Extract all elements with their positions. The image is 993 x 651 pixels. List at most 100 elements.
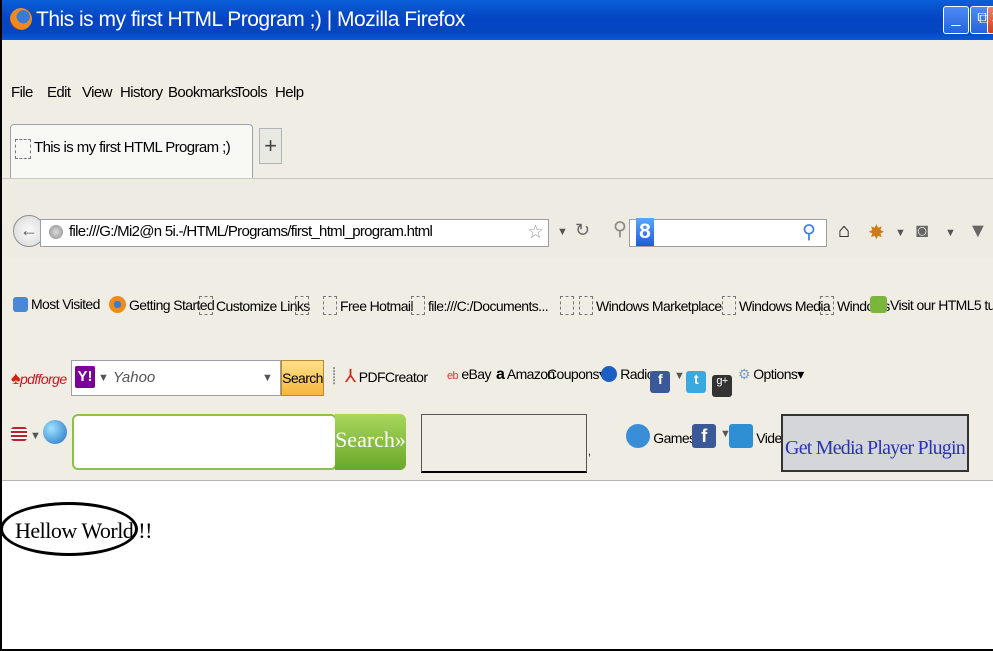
pdfcreator-label: PDFCreator: [358, 369, 428, 385]
menu-tools[interactable]: Tools: [235, 84, 268, 101]
earth-icon: [43, 420, 67, 444]
menu-edit[interactable]: Edit: [47, 84, 71, 101]
games-label: Games: [653, 430, 696, 446]
games-button[interactable]: Games: [626, 424, 696, 448]
new-tab-button[interactable]: +: [259, 128, 282, 164]
facebook-icon: f: [692, 424, 716, 448]
radio-icon: [601, 366, 617, 382]
camera-icon[interactable]: ◙: [916, 220, 928, 243]
options-button[interactable]: ⚙ Options▾: [738, 366, 804, 383]
menu-bookmarks[interactable]: Bookmarks: [168, 84, 238, 101]
bookmark-html5-tutorial[interactable]: Visit our HTML5 tutori: [870, 296, 993, 313]
menu-history[interactable]: History: [120, 84, 163, 101]
amazon-icon: a: [496, 366, 505, 383]
bookmark-file-documents[interactable]: file:///C:/Documents...: [411, 296, 549, 315]
globe-button[interactable]: [43, 420, 67, 447]
page-icon: [820, 296, 834, 315]
page-icon: [323, 296, 337, 315]
yahoo-search-button[interactable]: Search: [281, 360, 324, 396]
bookmark-windows-marketplace[interactable]: Windows Marketplace: [579, 296, 722, 315]
flag-dropdown-icon[interactable]: ▼: [30, 430, 41, 442]
games-icon: [626, 424, 650, 448]
blank-toolbar-field[interactable]: [421, 414, 587, 473]
bookmark-label: Visit our HTML5 tutori: [890, 297, 993, 313]
coupons-button[interactable]: Coupons▾: [547, 366, 606, 383]
bookmark-label: file:///C:/Documents...: [428, 298, 549, 314]
menu-view[interactable]: View: [82, 84, 112, 101]
pocket-icon[interactable]: ▼: [968, 220, 988, 243]
browser-window: This is my first HTML Program ;) | Mozil…: [0, 0, 993, 651]
title-bar: This is my first HTML Program ;) | Mozil…: [2, 0, 993, 40]
search-magnifier-icon: ⚲: [613, 219, 627, 240]
pdfforge-icon: ♠: [11, 368, 21, 388]
pdfforge-logo[interactable]: ♠pdfforge: [11, 368, 67, 389]
page-content: [2, 480, 993, 649]
twitter-icon: t: [686, 371, 706, 393]
close-button[interactable]: ✕: [987, 6, 993, 34]
bookmark-empty[interactable]: [295, 296, 312, 315]
googleplus-button[interactable]: g+: [712, 366, 732, 397]
get-media-player-plugin-button[interactable]: Get Media Player Plugin: [781, 414, 969, 472]
bookmark-windows-media[interactable]: Windows Media: [722, 296, 831, 315]
bookmark-label: Windows Marketplace: [596, 298, 722, 314]
window-title: This is my first HTML Program ;) | Mozil…: [36, 8, 465, 31]
bookmark-star-icon[interactable]: ☆: [527, 221, 544, 244]
reload-icon[interactable]: ↻: [575, 220, 590, 241]
menu-file[interactable]: File: [11, 84, 33, 101]
globe-icon: [49, 225, 63, 239]
extension-icon[interactable]: ✸: [868, 220, 885, 245]
bookmark-label: Windows Media: [739, 298, 831, 314]
pdf-icon: ⅄: [345, 366, 356, 386]
yahoo-history-dropdown-icon[interactable]: ▼: [262, 372, 273, 384]
toolbar-search-input[interactable]: [72, 414, 337, 470]
yahoo-icon: Y!: [75, 366, 95, 388]
twitter-button[interactable]: t: [686, 366, 706, 393]
radio-button[interactable]: Radio: [601, 366, 654, 382]
gear-icon: ⚙: [738, 366, 751, 382]
page-icon: [15, 139, 31, 159]
flag-button[interactable]: ▼: [11, 426, 41, 442]
bookmark-empty[interactable]: [560, 296, 577, 315]
facebook-icon: f: [650, 371, 670, 393]
history-dropdown-icon[interactable]: ▼: [557, 226, 568, 238]
page-icon: [560, 296, 574, 315]
comma-mark: ,: [588, 446, 591, 458]
search-box[interactable]: 8 ⚲: [629, 218, 827, 247]
bookmark-label: Most Visited: [31, 296, 100, 312]
options-label: Options▾: [753, 366, 804, 382]
search-go-icon[interactable]: ⚲: [802, 221, 816, 244]
page-icon: [722, 296, 736, 315]
flag-icon: [11, 427, 27, 441]
camera-dropdown-icon[interactable]: ▼: [945, 227, 956, 239]
minimize-button[interactable]: _: [943, 6, 969, 34]
tab-label: This is my first HTML Program ;): [34, 139, 231, 156]
tab-active[interactable]: This is my first HTML Program ;): [10, 124, 253, 178]
search-engine-icon[interactable]: 8: [636, 218, 654, 246]
page-icon: [199, 296, 213, 315]
pdfcreator-button[interactable]: ⅄ PDFCreator: [345, 366, 428, 387]
yahoo-search-input[interactable]: Y! ▼ Yahoo ▼: [71, 360, 281, 396]
ebay-label: eBay: [461, 366, 491, 382]
toolbar-search-button[interactable]: Search»: [335, 414, 406, 470]
page-icon: [411, 296, 425, 315]
extension-dropdown-icon[interactable]: ▼: [895, 227, 906, 239]
videos-icon: [729, 424, 753, 448]
bookmark-most-visited[interactable]: Most Visited: [13, 296, 100, 312]
address-bar[interactable]: file:///G:/Mi2@n 5i.-/HTML/Programs/firs…: [40, 219, 549, 247]
home-icon[interactable]: ⌂: [838, 220, 850, 243]
amazon-button[interactable]: a Amazon: [496, 366, 555, 384]
ebay-button[interactable]: eb eBay: [447, 366, 491, 382]
facebook-dropdown-icon[interactable]: ▼: [674, 370, 685, 382]
bookmark-free-hotmail[interactable]: Free Hotmail: [323, 296, 414, 315]
firefox-small-icon: [109, 296, 126, 313]
bookmark-customize-links[interactable]: Customize Links: [199, 296, 310, 315]
yahoo-dropdown-icon[interactable]: ▼: [98, 372, 109, 384]
googleplus-icon: g+: [712, 375, 732, 397]
bookmark-label: Free Hotmail: [340, 298, 414, 314]
pdfforge-label: pdfforge: [19, 371, 67, 387]
separator-icon: ⸽: [332, 368, 336, 385]
ebay-icon: eb: [447, 370, 459, 382]
facebook-button[interactable]: f ▼: [650, 366, 685, 393]
menu-help[interactable]: Help: [275, 84, 304, 101]
facebook-toolbar-button[interactable]: f ▼: [692, 424, 731, 448]
